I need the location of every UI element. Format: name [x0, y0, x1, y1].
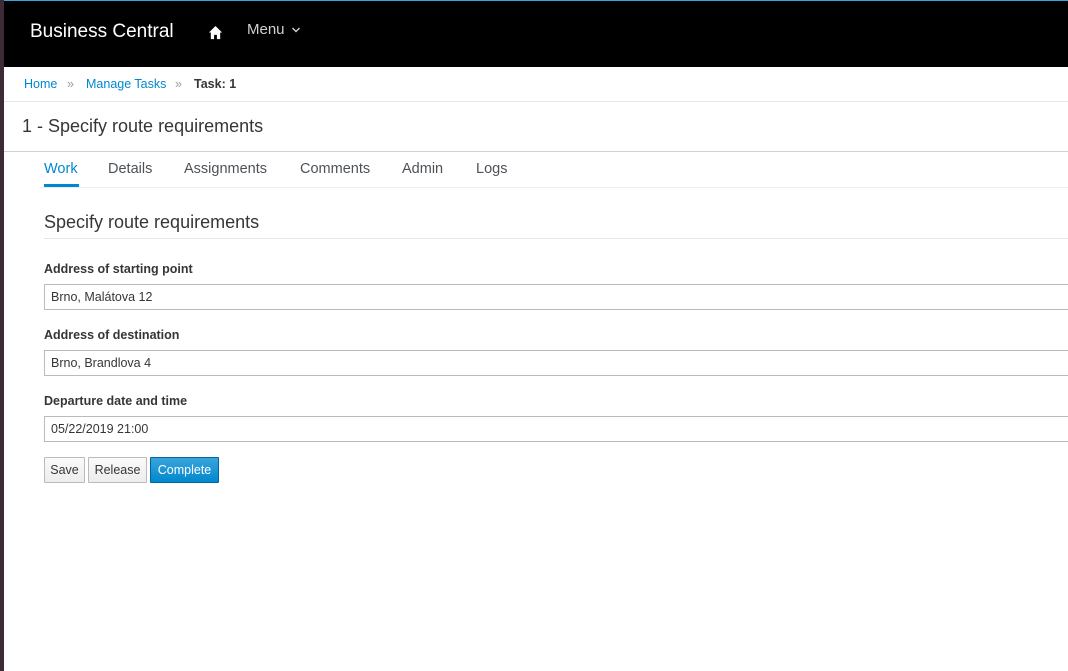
- page-title: 1 - Specify route requirements: [22, 116, 264, 136]
- top-navbar: Business Central Menu: [4, 0, 1068, 67]
- form-title: Specify route requirements: [44, 212, 260, 232]
- save-button[interactable]: Save: [44, 457, 85, 483]
- departure-datetime-input[interactable]: [44, 416, 1068, 442]
- starting-point-input[interactable]: [44, 284, 1068, 310]
- menu-label: Menu: [247, 21, 285, 38]
- destination-label: Address of destination: [44, 328, 180, 342]
- active-tab-indicator: [44, 184, 79, 187]
- home-icon[interactable]: [208, 25, 223, 40]
- breadcrumb-manage-tasks[interactable]: Manage Tasks: [86, 77, 166, 91]
- app-title: Business Central: [30, 21, 174, 42]
- breadcrumb-separator: »: [175, 77, 182, 91]
- tab-details[interactable]: Details: [108, 161, 152, 177]
- form-divider: [44, 238, 1068, 239]
- release-button[interactable]: Release: [88, 457, 147, 483]
- tab-admin[interactable]: Admin: [402, 161, 443, 177]
- task-tabs: Work Details Assignments Comments Admin …: [40, 152, 1068, 188]
- chevron-down-icon: [291, 27, 300, 33]
- breadcrumb: Home » Manage Tasks » Task: 1: [4, 67, 1068, 102]
- menu-dropdown[interactable]: Menu: [247, 21, 301, 38]
- departure-datetime-label: Departure date and time: [44, 394, 188, 408]
- tab-work[interactable]: Work: [44, 161, 78, 177]
- tab-logs[interactable]: Logs: [476, 161, 507, 177]
- breadcrumb-current: Task: 1: [194, 77, 237, 91]
- destination-input[interactable]: [44, 350, 1068, 376]
- starting-point-label: Address of starting point: [44, 262, 193, 276]
- complete-button[interactable]: Complete: [150, 457, 219, 483]
- breadcrumb-home[interactable]: Home: [24, 77, 57, 91]
- breadcrumb-separator: »: [67, 77, 74, 91]
- tab-assignments[interactable]: Assignments: [184, 161, 267, 177]
- tab-comments[interactable]: Comments: [300, 161, 370, 177]
